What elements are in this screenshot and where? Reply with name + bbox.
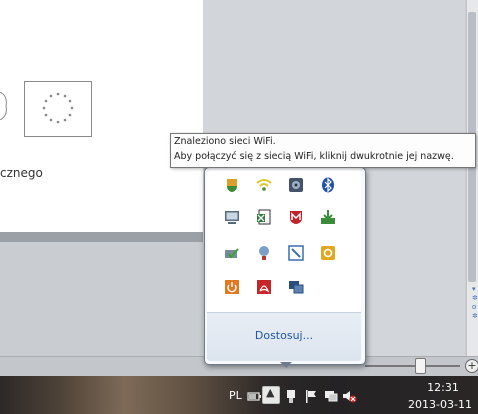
monitor-icon[interactable] bbox=[224, 209, 240, 225]
lightbulb-icon[interactable] bbox=[256, 245, 272, 261]
pdf-icon[interactable] bbox=[256, 279, 272, 295]
chevron-up-icon: ▲ bbox=[266, 386, 275, 399]
network-monitor-icon[interactable] bbox=[288, 279, 304, 295]
wifi-icon[interactable] bbox=[256, 177, 272, 193]
clock-date[interactable]: 2013-03-11 bbox=[402, 398, 478, 411]
popup-pointer bbox=[280, 362, 292, 368]
document-background bbox=[0, 242, 203, 357]
clock-time[interactable]: 12:31 bbox=[420, 381, 466, 394]
document-text: cznego bbox=[0, 166, 43, 180]
shield-icon[interactable] bbox=[224, 177, 240, 193]
power-icon[interactable] bbox=[224, 279, 240, 295]
customize-link[interactable]: Dostosuj... bbox=[207, 329, 361, 342]
download-icon[interactable] bbox=[320, 209, 336, 225]
zoom-slider-thumb[interactable] bbox=[415, 358, 426, 374]
zoom-in-button[interactable]: + bbox=[465, 359, 478, 373]
document-divider bbox=[0, 232, 203, 242]
outlook-icon[interactable] bbox=[320, 245, 336, 261]
tooltip-message: Aby połączyć się z siecią WiFi, kliknij … bbox=[174, 151, 454, 162]
network-check-icon[interactable] bbox=[224, 245, 240, 261]
wrench-icon[interactable] bbox=[288, 245, 304, 261]
mcafee-icon[interactable] bbox=[288, 209, 304, 225]
network-icon[interactable] bbox=[323, 388, 339, 404]
bluetooth-icon[interactable] bbox=[320, 177, 336, 193]
bracket-shape bbox=[0, 91, 10, 121]
language-indicator[interactable]: PL bbox=[229, 389, 242, 402]
usb-device-icon[interactable] bbox=[283, 388, 299, 404]
action-center-flag-icon[interactable] bbox=[303, 388, 319, 404]
speaker-app-icon[interactable] bbox=[288, 177, 304, 193]
document-app-icon[interactable] bbox=[256, 209, 272, 225]
tooltip-title: Znaleziono sieci WiFi. bbox=[174, 136, 276, 147]
volume-muted-icon[interactable] bbox=[341, 388, 357, 404]
battery-icon[interactable] bbox=[246, 388, 262, 404]
side-marks: ▾ ✲ o ✲ bbox=[472, 285, 478, 320]
wifi-tooltip: Znaleziono sieci WiFi. Aby połączyć się … bbox=[170, 133, 476, 168]
show-hidden-icons-button[interactable]: ▲ bbox=[262, 386, 280, 404]
eu-flag-image bbox=[24, 81, 92, 137]
zoom-slider-track[interactable] bbox=[365, 365, 460, 367]
